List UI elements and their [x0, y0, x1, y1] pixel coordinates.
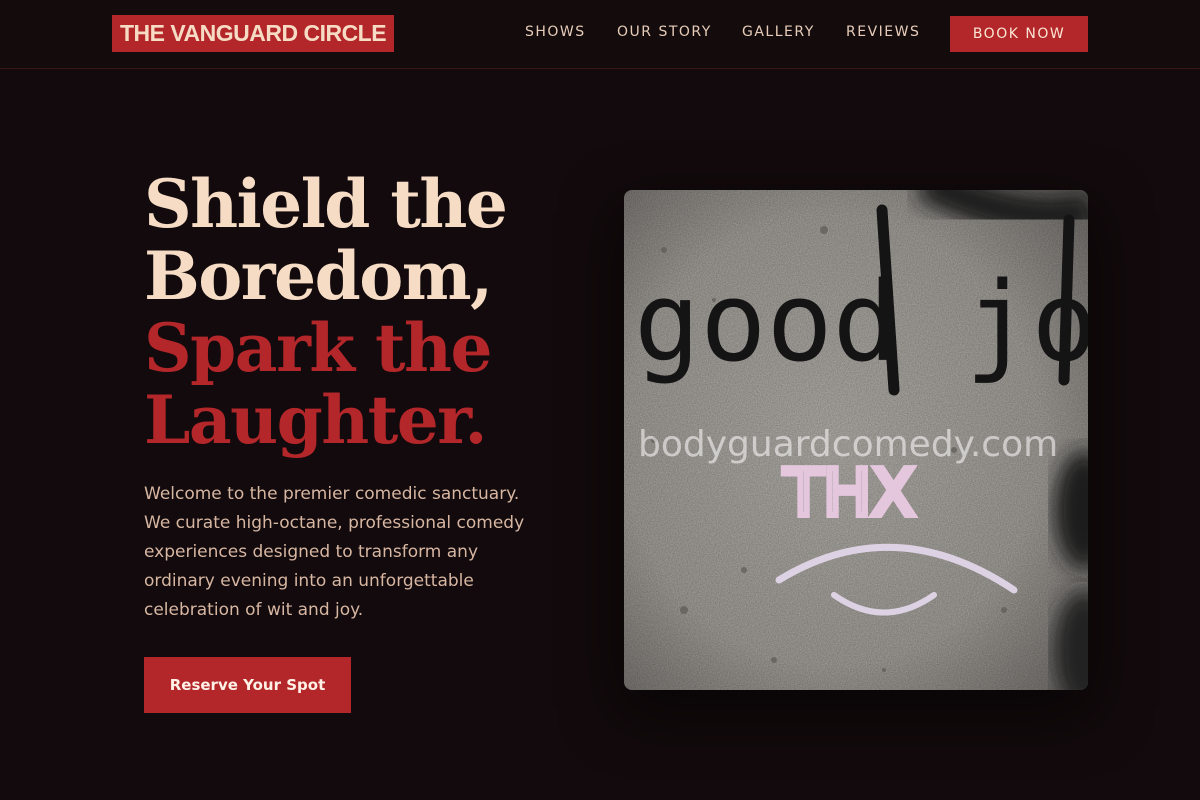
top-navigation-bar: THE VANGUARD CIRCLE SHOWS OUR STORY GALL…	[0, 0, 1200, 69]
image-watermark: bodyguardcomedy.com	[638, 424, 1058, 465]
headline-line-3: Spark the	[144, 309, 493, 387]
hero-image: good joke THX bodyguardcomedy.com	[624, 190, 1088, 690]
graffiti-thx: THX	[783, 457, 915, 531]
book-now-button[interactable]: BOOK NOW	[950, 16, 1088, 52]
graffiti-good-joke: good joke	[634, 258, 1088, 386]
hero-intro-text: Welcome to the premier comedic sanctuary…	[144, 484, 525, 620]
headline-line-2: Boredom,	[144, 237, 493, 315]
nav-item-our-story[interactable]: OUR STORY	[617, 24, 712, 40]
reserve-spot-button[interactable]: Reserve Your Spot	[144, 657, 351, 713]
hero-headline: Shield the Boredom, Spark the Laughter.	[144, 168, 584, 456]
nav-item-shows[interactable]: SHOWS	[525, 24, 586, 40]
nav-item-reviews[interactable]: REVIEWS	[846, 24, 920, 40]
nav-item-gallery[interactable]: GALLERY	[742, 24, 815, 40]
headline-line-4: Laughter.	[144, 381, 487, 459]
headline-line-1: Shield the	[144, 165, 508, 243]
brand-logo[interactable]: THE VANGUARD CIRCLE	[112, 15, 395, 52]
